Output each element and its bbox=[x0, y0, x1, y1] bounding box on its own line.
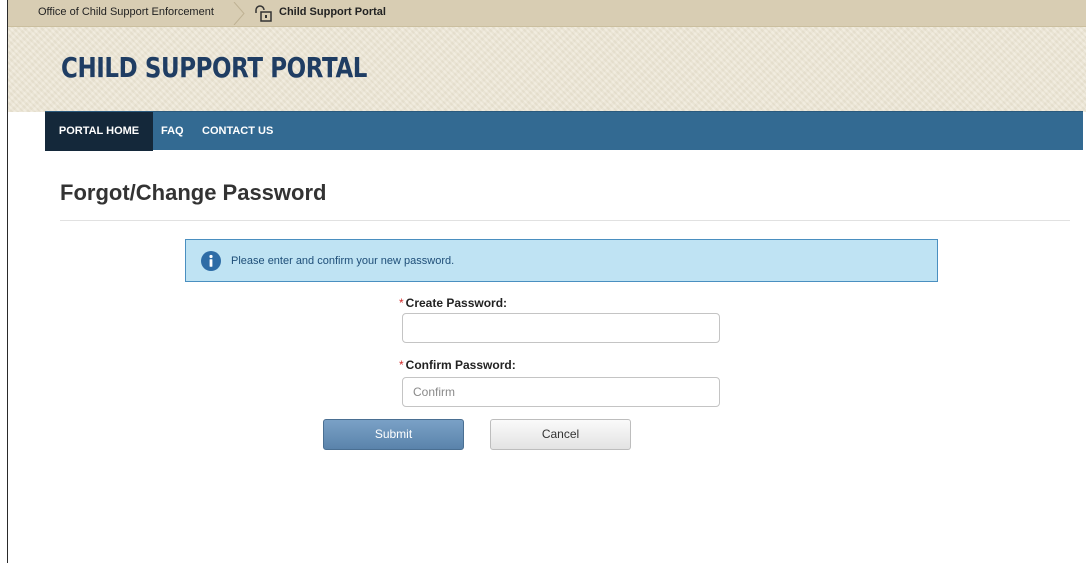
required-marker: * bbox=[399, 296, 404, 310]
alert-message: Please enter and confirm your new passwo… bbox=[231, 255, 455, 267]
create-password-label-text: Create Password: bbox=[405, 296, 508, 310]
create-password-input[interactable] bbox=[402, 313, 720, 343]
breadcrumb-ocse-link[interactable]: Office of Child Support Enforcement bbox=[38, 6, 214, 18]
page-frame: Office of Child Support Enforcement Chil… bbox=[7, 0, 1086, 563]
nav-contact-us[interactable]: CONTACT US bbox=[202, 112, 273, 151]
nav-faq[interactable]: FAQ bbox=[161, 112, 184, 151]
confirm-password-input[interactable] bbox=[402, 377, 720, 407]
info-alert: Please enter and confirm your new passwo… bbox=[185, 239, 938, 282]
confirm-password-label-text: Confirm Password: bbox=[405, 358, 516, 372]
required-marker: * bbox=[399, 358, 404, 372]
create-password-label: * Create Password: bbox=[399, 296, 507, 310]
confirm-password-label: * Confirm Password: bbox=[399, 358, 516, 372]
page-title: Forgot/Change Password bbox=[60, 180, 327, 205]
unlock-icon bbox=[255, 5, 272, 22]
portal-title[interactable]: CHILD SUPPORT PORTAL bbox=[61, 51, 367, 84]
main-nav: PORTAL HOME FAQ CONTACT US bbox=[45, 111, 1083, 151]
breadcrumb-portal: Child Support Portal bbox=[279, 6, 386, 18]
info-icon bbox=[201, 251, 221, 271]
cancel-button[interactable]: Cancel bbox=[490, 419, 631, 450]
nav-portal-home[interactable]: PORTAL HOME bbox=[45, 112, 153, 151]
breadcrumb: Office of Child Support Enforcement Chil… bbox=[8, 0, 1086, 27]
breadcrumb-chevron-icon bbox=[233, 2, 245, 25]
submit-button[interactable]: Submit bbox=[323, 419, 464, 450]
title-divider bbox=[60, 220, 1070, 221]
site-header: Office of Child Support Enforcement Chil… bbox=[8, 0, 1086, 112]
